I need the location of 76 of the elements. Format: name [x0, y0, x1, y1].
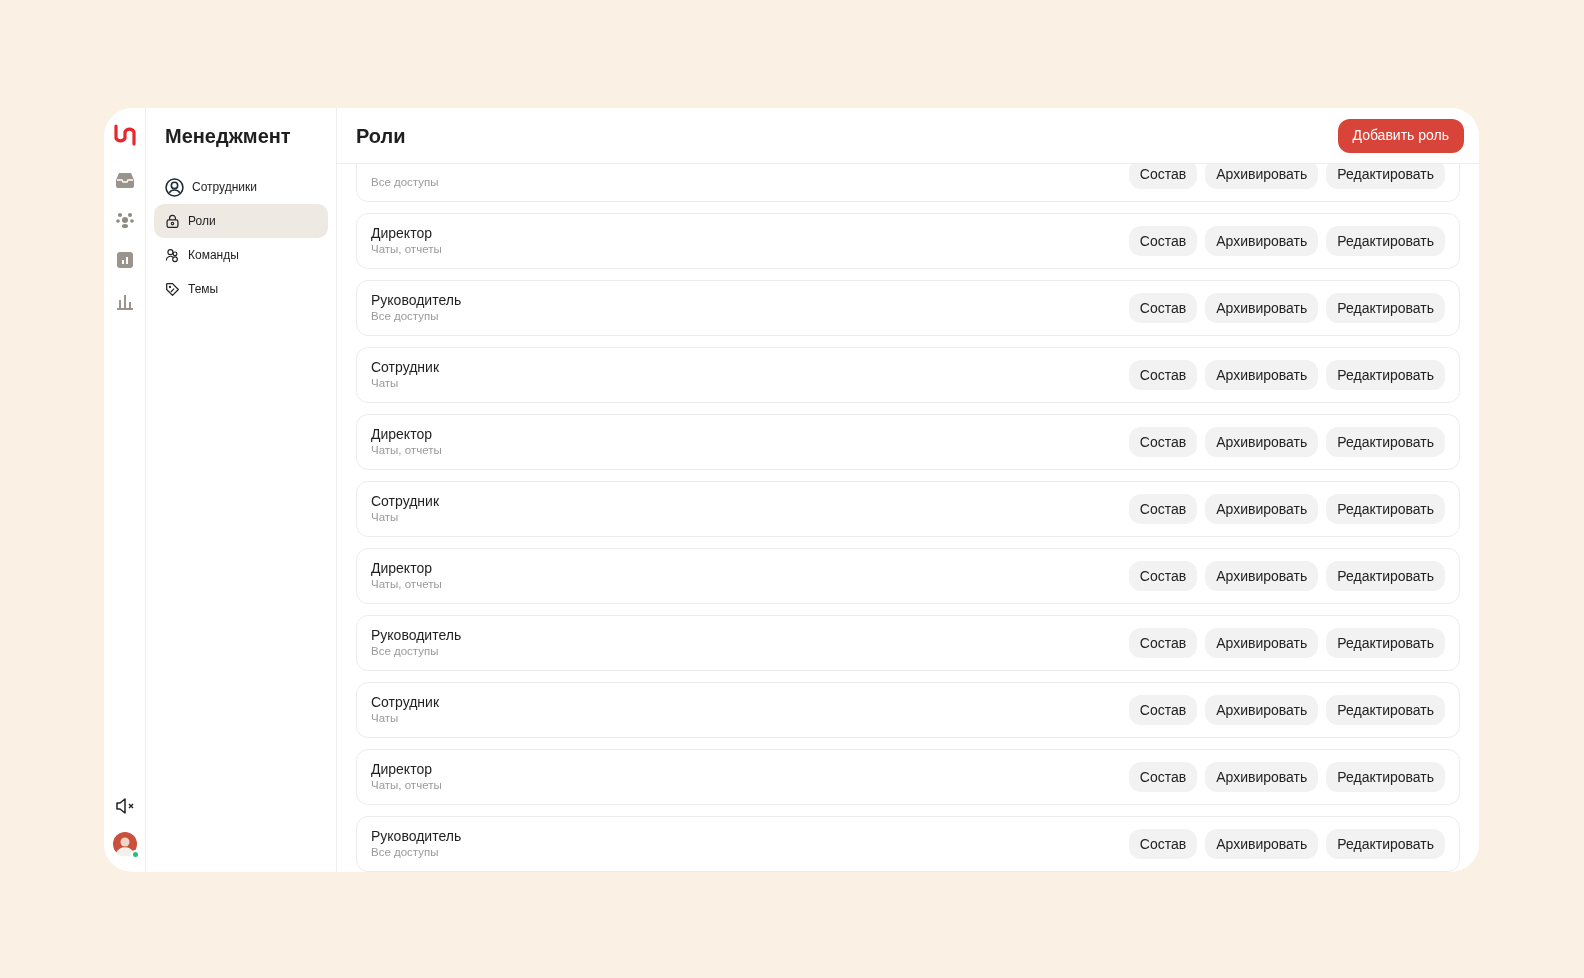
avatar[interactable]	[112, 832, 137, 856]
action-button[interactable]: Состав	[1128, 427, 1198, 457]
section-title: Менеджмент	[164, 124, 292, 148]
action-button[interactable]: Архивировать	[1205, 164, 1319, 189]
action-button[interactable]: Архивировать	[1205, 360, 1319, 390]
role-access: Чаты, отчеты	[371, 778, 442, 793]
action-button[interactable]: Редактировать	[1326, 829, 1445, 859]
role-access: Чаты	[371, 510, 400, 525]
action-button[interactable]: Архивировать	[1205, 762, 1319, 792]
action-button[interactable]: Архивировать	[1205, 561, 1319, 591]
person-circle-icon	[165, 177, 184, 197]
report-icon[interactable]	[116, 252, 133, 268]
nav-item[interactable]: Роли	[154, 204, 328, 238]
action-button[interactable]: Архивировать	[1205, 226, 1319, 256]
action-button[interactable]: Состав	[1128, 561, 1198, 591]
action-button[interactable]: Архивировать	[1205, 494, 1319, 524]
action-button[interactable]: Редактировать	[1326, 762, 1445, 792]
tag-icon	[165, 281, 180, 297]
page-title: Роли	[356, 123, 406, 149]
logo-icon	[112, 124, 137, 146]
role-title: Директор	[371, 426, 433, 443]
role-title: Руководитель	[371, 627, 462, 644]
action-button[interactable]: Архивировать	[1205, 427, 1319, 457]
role-access: Чаты, отчеты	[371, 242, 442, 257]
people-icon	[165, 247, 180, 263]
action-button[interactable]: Состав	[1128, 360, 1198, 390]
action-button[interactable]: Состав	[1128, 829, 1198, 859]
action-button[interactable]: Архивировать	[1205, 695, 1319, 725]
team-icon[interactable]	[115, 212, 134, 228]
role-title: Директор	[371, 761, 433, 778]
action-button[interactable]: Состав	[1128, 762, 1198, 792]
nav-label: Роли	[188, 213, 216, 230]
nav-label: Команды	[188, 247, 239, 264]
action-button[interactable]: Редактировать	[1326, 360, 1445, 390]
role-title: Директор	[371, 225, 433, 242]
role-access: Все доступы	[371, 175, 439, 190]
role-title: Сотрудник	[371, 694, 439, 711]
role-access: Чаты, отчеты	[371, 577, 442, 592]
action-button[interactable]: Редактировать	[1326, 226, 1445, 256]
action-button[interactable]: Архивировать	[1205, 628, 1319, 658]
lock-icon	[165, 213, 180, 229]
action-button[interactable]: Состав	[1128, 164, 1198, 189]
nav-item[interactable]: Команды	[154, 238, 328, 272]
action-button[interactable]: Архивировать	[1205, 829, 1319, 859]
nav-item[interactable]: Темы	[154, 272, 328, 306]
nav-item[interactable]: Сотрудники	[154, 170, 328, 204]
role-access: Чаты, отчеты	[371, 443, 442, 458]
action-button[interactable]: Редактировать	[1326, 695, 1445, 725]
nav-label: Сотрудники	[192, 179, 257, 196]
action-button[interactable]: Архивировать	[1205, 293, 1319, 323]
role-access: Все доступы	[371, 644, 440, 659]
role-title: Сотрудник	[371, 493, 439, 510]
action-button[interactable]: Состав	[1128, 494, 1198, 524]
action-button[interactable]: Редактировать	[1326, 561, 1445, 591]
action-button[interactable]: Состав	[1128, 628, 1198, 658]
role-access: Все доступы	[371, 309, 440, 324]
action-button[interactable]: Редактировать	[1326, 628, 1445, 658]
role-access: Все доступы	[371, 845, 440, 860]
action-button[interactable]: Состав	[1128, 695, 1198, 725]
action-button[interactable]: Редактировать	[1326, 293, 1445, 323]
action-button[interactable]: Редактировать	[1326, 164, 1445, 189]
role-access: Чаты	[371, 711, 400, 726]
muted-speaker-icon[interactable]	[114, 798, 135, 814]
inbox-icon[interactable]	[115, 172, 134, 188]
add-role-button[interactable]: Добавить роль	[1337, 118, 1464, 153]
action-button[interactable]: Состав	[1128, 226, 1198, 256]
role-title: Руководитель	[371, 292, 462, 309]
role-title: Директор	[371, 560, 433, 577]
action-button[interactable]: Редактировать	[1326, 494, 1445, 524]
nav-label: Темы	[188, 281, 219, 298]
role-title: Руководитель	[371, 828, 462, 845]
role-access: Чаты	[371, 376, 400, 391]
role-title: Сотрудник	[371, 359, 439, 376]
bar-chart-icon[interactable]	[116, 294, 133, 310]
action-button[interactable]: Состав	[1128, 293, 1198, 323]
action-button[interactable]: Редактировать	[1326, 427, 1445, 457]
